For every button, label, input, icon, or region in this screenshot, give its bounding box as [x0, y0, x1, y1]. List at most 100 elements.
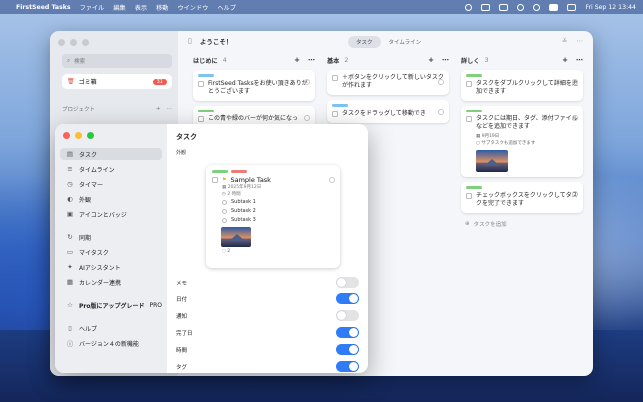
add-task-icon[interactable]: +	[562, 56, 568, 64]
card-options-icon[interactable]	[572, 79, 578, 85]
settings-nav-label: マイタスク	[79, 249, 109, 257]
toggle-switch[interactable]	[336, 277, 359, 288]
task-card[interactable]: チェックボックスをクリックしてタスクを完了できます	[461, 182, 583, 213]
close-button[interactable]	[63, 132, 70, 139]
settings-nav-item[interactable]: ▤ タスク	[60, 148, 162, 160]
zoom-button[interactable]	[87, 132, 94, 139]
menu-file[interactable]: ファイル	[80, 3, 105, 12]
project-title: ようこそ！	[199, 38, 233, 46]
sidebar-item-trash[interactable]: 🗑 ゴミ箱 31	[62, 74, 172, 89]
tag-bar	[332, 104, 348, 107]
settings-toggle-row: メモ	[176, 276, 359, 289]
task-checkbox[interactable]	[466, 80, 472, 87]
toggle-switch[interactable]	[336, 293, 359, 304]
card-options-icon[interactable]	[572, 114, 578, 121]
comment-count: 2	[227, 248, 231, 254]
menu-help[interactable]: ヘルプ	[217, 3, 236, 12]
toggle-switch[interactable]	[336, 344, 359, 355]
more-icon[interactable]: ⋯	[442, 56, 449, 64]
minimize-button[interactable]	[70, 39, 77, 46]
settings-nav-item[interactable]: ⓘ バージョン４の新機能	[60, 337, 162, 349]
toggle-switch[interactable]	[336, 310, 359, 321]
clock-status-icon[interactable]	[465, 3, 473, 11]
menu-edit[interactable]: 編集	[113, 3, 125, 12]
input-source-icon[interactable]	[549, 3, 559, 11]
subtask-label: Subtask 1	[231, 198, 256, 205]
filter-icon[interactable]: ≚	[562, 37, 567, 45]
task-checkbox[interactable]	[466, 192, 472, 199]
settings-nav-label: タイムライン	[79, 166, 115, 174]
card-options-icon[interactable]	[304, 114, 310, 121]
task-meta: ▦ 9月19日 ○ サブタスクも追加できます	[476, 133, 578, 147]
card-options-icon[interactable]	[438, 79, 444, 85]
column: 詳しく 3 + ⋯ タスクをダブルクリックして詳細を追加できます タスクには期日、…	[461, 55, 583, 228]
task-list-icon: ▤	[66, 150, 74, 158]
tab-timeline[interactable]: タイムライン	[381, 36, 430, 48]
task-card[interactable]: タスクをドラッグして移動でき	[327, 100, 449, 123]
wifi-icon[interactable]	[517, 3, 525, 11]
battery-icon[interactable]	[499, 3, 509, 11]
sidebar-toggle-icon[interactable]: ▯	[188, 37, 192, 45]
zoom-button[interactable]	[82, 39, 89, 46]
tag-bar	[466, 109, 482, 112]
menubar-clock[interactable]: Fri Sep 12 13:44	[585, 4, 636, 11]
toggle-label: 通知	[176, 313, 188, 320]
task-title: タスクをドラッグして移動でき	[342, 109, 426, 117]
task-card[interactable]: タスクをダブルクリックして詳細を追加できます	[461, 70, 583, 101]
settings-nav-item[interactable]: ☆ Pro版にアップグレード PRO	[60, 299, 162, 311]
task-checkbox[interactable]	[466, 116, 472, 122]
card-options-icon[interactable]	[304, 79, 310, 85]
task-card[interactable]: ＋ボタンをクリックして新しいタスクが作れます	[327, 70, 449, 95]
more-icon[interactable]: ⋯	[577, 37, 584, 45]
settings-nav-item[interactable]: ▯ ヘルプ	[60, 322, 162, 334]
more-icon[interactable]: ⋯	[308, 56, 315, 64]
toggle-label: 完了日	[176, 330, 193, 337]
task-checkbox[interactable]	[198, 80, 204, 87]
more-icon[interactable]: ⋯	[576, 56, 583, 64]
card-options-icon[interactable]	[572, 191, 578, 197]
spotlight-icon[interactable]	[533, 3, 541, 11]
search-field[interactable]: ⌕ 検索	[62, 54, 172, 68]
add-task-button[interactable]: ⊕ タスクを追加	[461, 220, 583, 228]
settings-nav-item[interactable]: ▦ カレンダー連携	[60, 276, 162, 288]
settings-nav-item[interactable]: ▣ アイコンとバッジ	[60, 208, 162, 220]
app-menu[interactable]: FirstSeed Tasks	[16, 4, 71, 11]
task-title: この青や緑のバーが何か気になっ	[208, 115, 299, 122]
control-center-icon[interactable]	[567, 3, 577, 11]
menu-window[interactable]: ウインドウ	[177, 3, 208, 12]
settings-nav-item[interactable]: ≡ タイムライン	[60, 163, 162, 175]
toggle-switch[interactable]	[336, 327, 359, 338]
settings-nav-item[interactable]: ✦ AIアシスタント	[60, 261, 162, 273]
tab-tasks[interactable]: タスク	[348, 36, 381, 48]
sidebar-item-label: ゴミ箱	[78, 79, 97, 86]
attachment-image[interactable]	[476, 150, 508, 172]
window-controls	[63, 132, 94, 139]
subtask-circle-icon	[222, 208, 227, 214]
settings-nav-item[interactable]: ◷ タイマー	[60, 178, 162, 190]
column: 基本 2 + ⋯ ＋ボタンをクリックして新しいタスクが作れます タスクをドラッグし…	[327, 55, 449, 123]
add-task-icon[interactable]: +	[428, 56, 434, 64]
settings-toggle-row: 日付	[176, 292, 359, 305]
card-options-icon[interactable]	[438, 109, 444, 115]
add-task-icon[interactable]: +	[294, 56, 300, 64]
toggle-switch[interactable]	[336, 361, 359, 372]
menu-view[interactable]: 表示	[135, 3, 147, 12]
task-checkbox[interactable]	[198, 116, 204, 122]
add-project-icon[interactable]: +	[156, 106, 161, 112]
toggle-label: 日付	[176, 296, 188, 303]
task-checkbox[interactable]	[332, 110, 338, 117]
task-card[interactable]: タスクには期日、タグ、添付ファイルなどを追加できます ▦ 9月19日 ○ サブタ…	[461, 105, 583, 177]
calendar-icon: ▦	[476, 134, 481, 139]
close-button[interactable]	[58, 39, 65, 46]
minimize-button[interactable]	[75, 132, 82, 139]
settings-nav-item[interactable]: ◐ 外観	[60, 193, 162, 205]
task-checkbox[interactable]	[332, 75, 338, 81]
trash-icon: 🗑	[67, 78, 75, 85]
task-card[interactable]: FirstSeed Tasksをお使い頂きありがとうございます	[193, 70, 315, 101]
stage-manager-icon[interactable]	[481, 3, 491, 11]
settings-nav-item[interactable]: ▭ マイタスク	[60, 246, 162, 258]
more-icon[interactable]: ⋯	[167, 106, 173, 112]
settings-nav-item[interactable]: ↻ 同期	[60, 231, 162, 243]
clock-icon: ◷	[222, 191, 226, 197]
menu-go[interactable]: 移動	[156, 3, 168, 12]
